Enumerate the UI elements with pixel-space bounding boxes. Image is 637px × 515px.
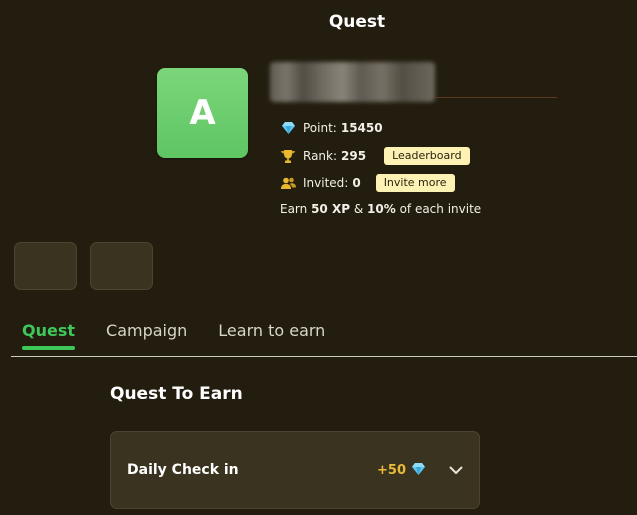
invited-value: 0 bbox=[352, 176, 361, 190]
username-redacted bbox=[270, 62, 435, 102]
tab-learn-to-earn[interactable]: Learn to earn bbox=[218, 321, 325, 340]
tab-quest[interactable]: Quest bbox=[22, 321, 76, 350]
diamond-icon bbox=[412, 462, 425, 478]
avatar: A bbox=[157, 68, 248, 158]
diamond-icon bbox=[280, 120, 296, 136]
quest-reward-value: +50 bbox=[377, 462, 406, 478]
placeholder-card-1[interactable] bbox=[14, 242, 77, 290]
chevron-down-icon[interactable] bbox=[449, 463, 463, 477]
earn-xp: 50 XP bbox=[311, 202, 351, 216]
point-label: Point: bbox=[303, 121, 337, 135]
earn-middle: & bbox=[350, 202, 368, 216]
earn-invite-text: Earn 50 XP & 10% of each invite bbox=[280, 202, 481, 216]
avatar-letter: A bbox=[189, 93, 216, 133]
quest-card-daily-check-in[interactable]: Daily Check in +50 bbox=[110, 431, 480, 509]
leaderboard-button[interactable]: Leaderboard bbox=[384, 147, 470, 165]
rank-label: Rank: bbox=[303, 149, 338, 163]
users-icon bbox=[280, 175, 296, 191]
page-title: Quest bbox=[328, 12, 386, 32]
invite-more-button[interactable]: Invite more bbox=[375, 174, 455, 192]
invited-label: Invited: bbox=[303, 176, 349, 190]
trophy-icon bbox=[280, 148, 296, 164]
section-title: Quest To Earn bbox=[110, 384, 243, 404]
username-underline bbox=[435, 97, 557, 98]
earn-suffix: of each invite bbox=[395, 202, 482, 216]
tab-divider bbox=[11, 356, 637, 357]
point-value: 15450 bbox=[340, 121, 383, 135]
rank-value: 295 bbox=[341, 149, 367, 163]
earn-prefix: Earn bbox=[280, 202, 312, 216]
quest-name: Daily Check in bbox=[127, 462, 239, 478]
quest-page: Quest A Point: 15450 Rank: 295 Leaderboa… bbox=[0, 0, 637, 515]
tab-campaign[interactable]: Campaign bbox=[106, 321, 187, 340]
rank-row: Rank: 295 Leaderboard bbox=[280, 147, 470, 165]
quest-reward: +50 bbox=[377, 462, 425, 478]
placeholder-card-2[interactable] bbox=[90, 242, 153, 290]
tab-bar: Quest Campaign Learn to earn bbox=[22, 321, 356, 350]
point-row: Point: 15450 bbox=[280, 120, 383, 136]
invited-row: Invited: 0 Invite more bbox=[280, 174, 455, 192]
earn-percent: 10% bbox=[367, 202, 396, 216]
